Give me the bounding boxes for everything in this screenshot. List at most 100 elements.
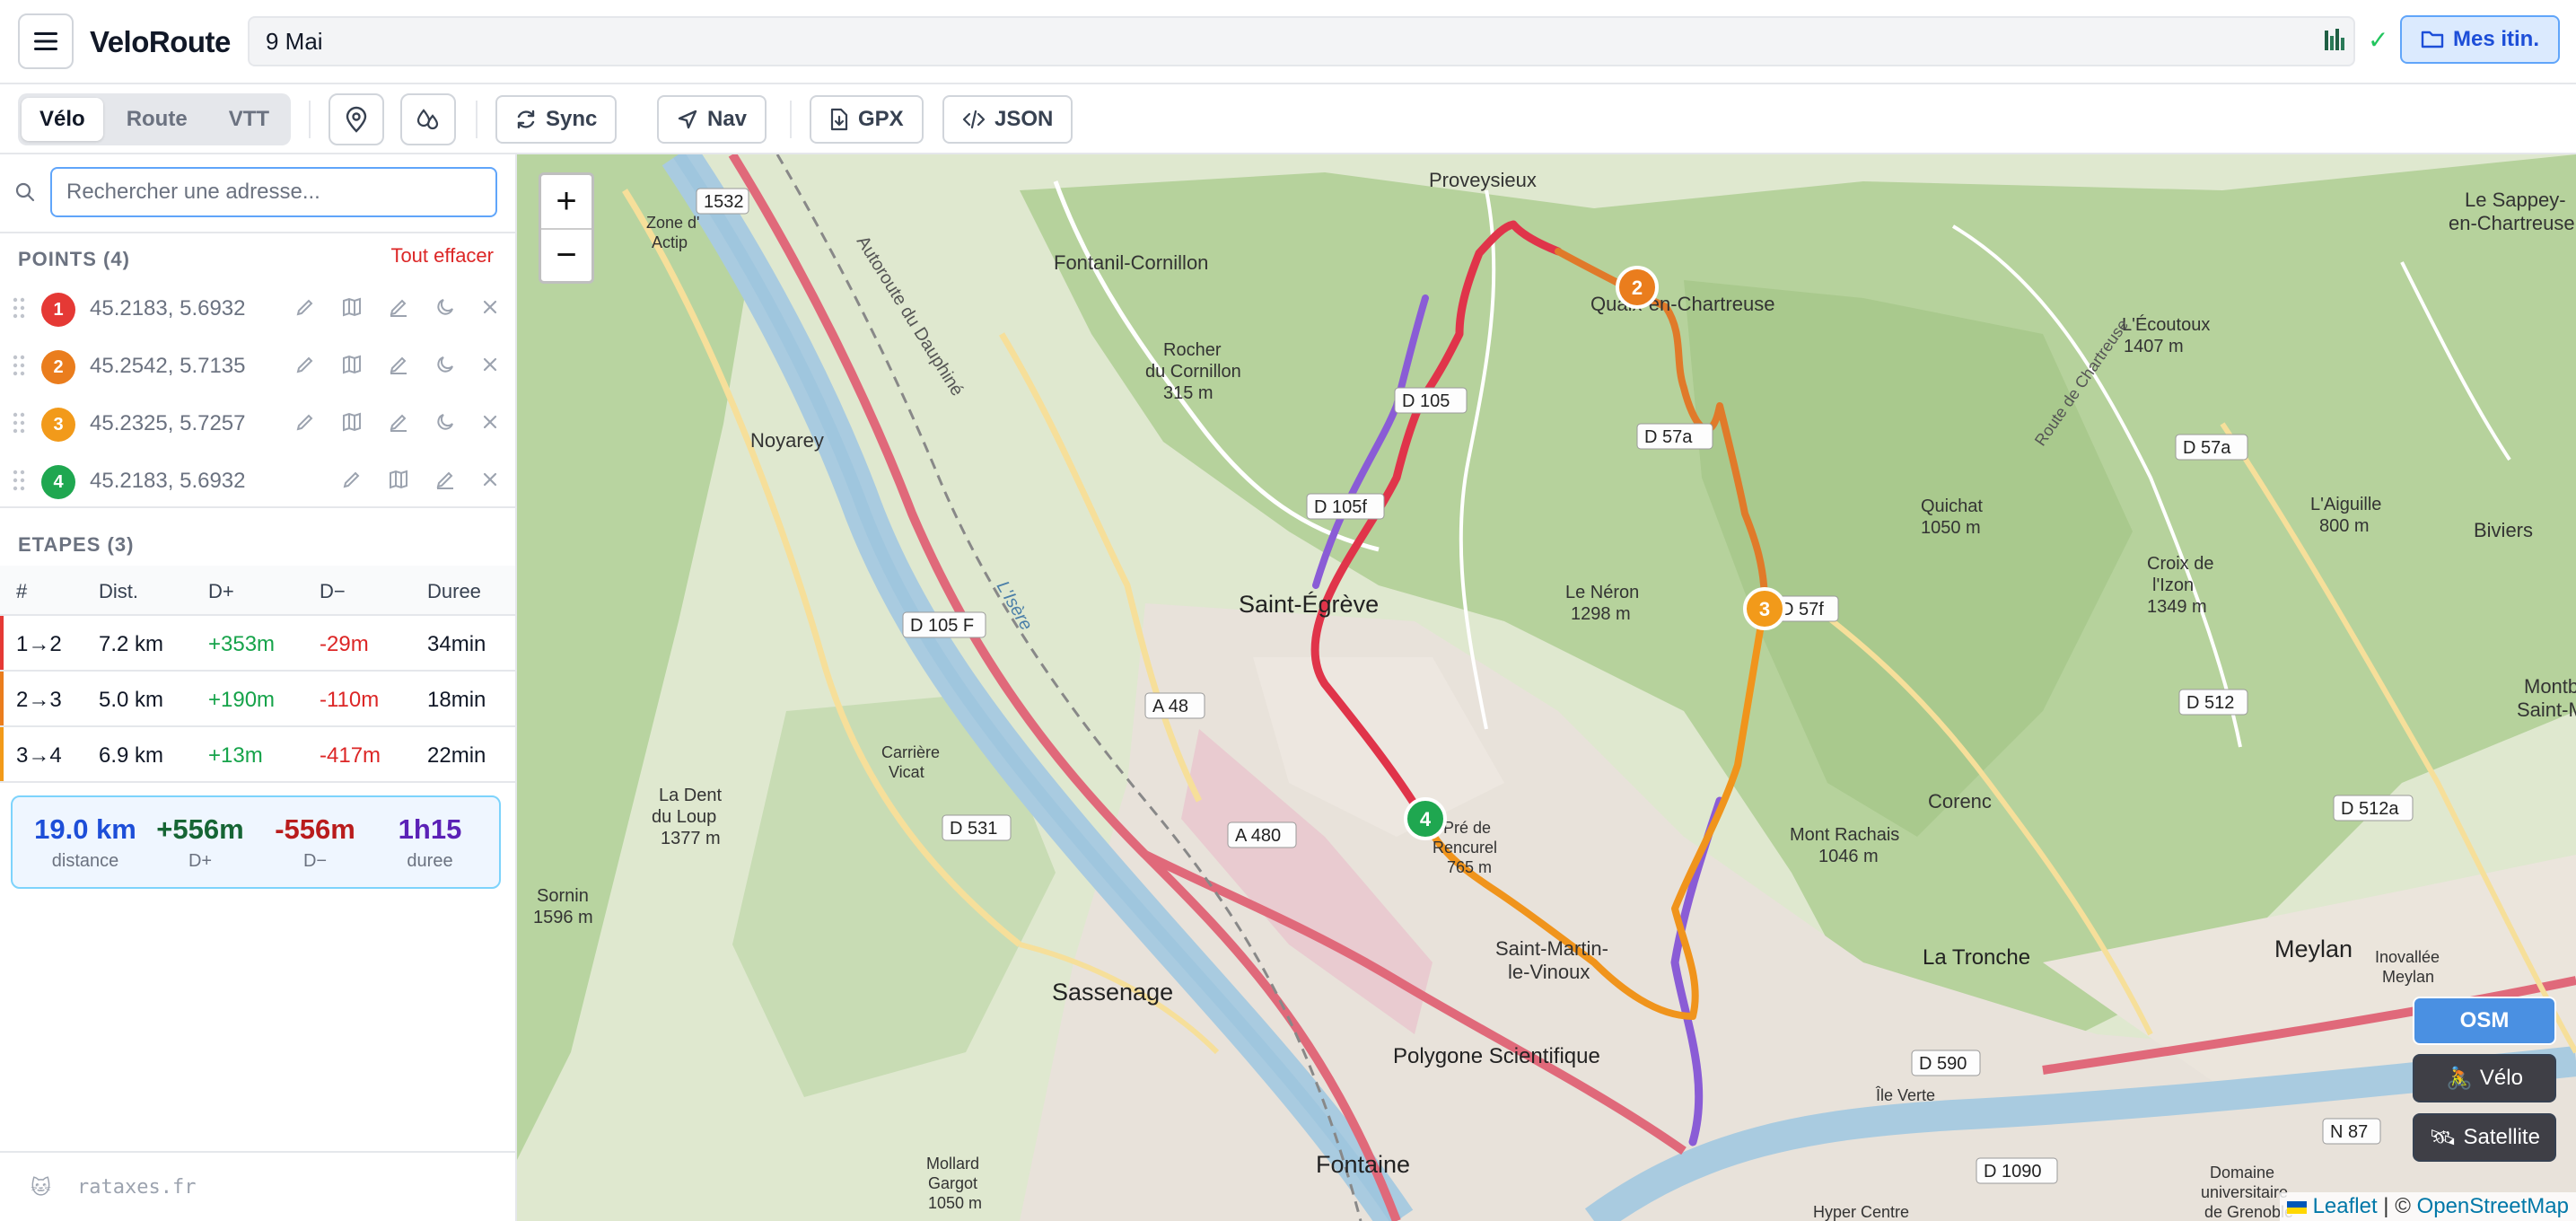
- stage-distance: 6.9 km: [99, 743, 164, 768]
- stage-duration: 18min: [427, 688, 486, 712]
- drag-handle-icon[interactable]: [13, 296, 25, 320]
- stages-title: ETAPES (3): [18, 533, 135, 556]
- moon-icon[interactable]: [434, 354, 456, 375]
- layer-osm-label: OSM: [2459, 1008, 2510, 1032]
- moon-icon[interactable]: [434, 411, 456, 433]
- point-row[interactable]: 3 45.2325, 5.7257: [0, 395, 515, 452]
- mode-velo[interactable]: Vélo: [22, 98, 103, 141]
- point-row[interactable]: 1 45.2183, 5.6932: [0, 280, 515, 338]
- col-header-duration: Duree: [427, 580, 481, 602]
- place-label: Le Sappey-: [2465, 189, 2566, 211]
- place-label: Noyarey: [750, 429, 824, 452]
- pencil-icon[interactable]: [388, 411, 409, 433]
- summary-distance-label: distance: [51, 851, 119, 871]
- stage-row[interactable]: 2→3 5.0 km +190m -110m 18min: [0, 672, 515, 727]
- route-marker-label: 2: [1632, 277, 1643, 299]
- stage-row[interactable]: 1→2 7.2 km +353m -29m 34min: [0, 616, 515, 672]
- edit-icon[interactable]: [294, 296, 316, 318]
- peak-altitude: 1349 m: [2147, 597, 2207, 617]
- leaflet-link[interactable]: Leaflet: [2313, 1194, 2378, 1218]
- summary-duration-label: duree: [407, 851, 453, 871]
- drag-handle-icon[interactable]: [13, 469, 25, 492]
- town-label: Fontaine: [1316, 1151, 1410, 1178]
- add-point-button[interactable]: [329, 93, 384, 145]
- attribution-separator: | ©: [2377, 1194, 2417, 1218]
- map-icon[interactable]: [388, 469, 409, 490]
- mode-route[interactable]: Route: [109, 98, 206, 141]
- place-label: Inovallée: [2375, 948, 2440, 966]
- peak-label: La Dent: [659, 786, 722, 805]
- nav-button[interactable]: Nav: [657, 95, 767, 144]
- route-title-input[interactable]: [248, 16, 2355, 66]
- mode-vtt[interactable]: VTT: [211, 98, 287, 141]
- place-label: Meylan: [2382, 968, 2434, 986]
- peak-altitude: 1050 m: [928, 1194, 982, 1212]
- close-icon[interactable]: [481, 356, 499, 373]
- menu-button[interactable]: [18, 13, 74, 69]
- stage-duration: 22min: [427, 743, 486, 768]
- place-label: Proveysieux: [1429, 169, 1537, 191]
- place-label: Île Verte: [1875, 1086, 1935, 1104]
- pencil-icon[interactable]: [388, 354, 409, 375]
- town-label: Sassenage: [1052, 979, 1173, 1006]
- point-row[interactable]: 4 45.2183, 5.6932: [0, 452, 515, 510]
- peak-label: Croix de: [2147, 554, 2213, 574]
- edit-icon[interactable]: [294, 354, 316, 375]
- sync-button[interactable]: Sync: [495, 95, 618, 144]
- place-label: Carrière: [881, 743, 940, 761]
- layer-osm-button[interactable]: OSM: [2413, 997, 2556, 1045]
- edit-icon[interactable]: [341, 469, 363, 490]
- layer-satellite-button[interactable]: 🛰 Satellite: [2413, 1113, 2556, 1162]
- stage-row[interactable]: 3→4 6.9 km +13m -417m 22min: [0, 727, 515, 783]
- app-root: VeloRoute ✓ Mes itin. Vélo Route VTT: [0, 0, 2576, 1221]
- drag-handle-icon[interactable]: [13, 354, 25, 377]
- place-label: Saint-Martin-: [1495, 937, 1608, 960]
- point-number-badge: 1: [41, 293, 75, 327]
- map-view[interactable]: Proveysieux Fontanil-Cornillon Noyarey S…: [517, 154, 2576, 1221]
- moon-icon[interactable]: [434, 296, 456, 318]
- point-coordinates: 45.2542, 5.7135: [90, 354, 246, 378]
- route-summary: 19.0 km distance +556m D+ -556m D− 1h15 …: [11, 795, 501, 889]
- search-bar: [0, 154, 515, 233]
- app-brand: VeloRoute: [90, 25, 231, 58]
- summary-ascent-value: +556m: [156, 813, 244, 845]
- zoom-control: + −: [539, 172, 594, 284]
- peak-altitude: 1377 m: [661, 829, 721, 848]
- close-icon[interactable]: [481, 470, 499, 488]
- footer-site[interactable]: rataxes.fr: [77, 1176, 196, 1199]
- road-shield: D 1090: [1984, 1162, 2042, 1181]
- pencil-icon[interactable]: [388, 296, 409, 318]
- stage-ascent: +13m: [208, 743, 263, 768]
- peak-label: L'Aiguille: [2310, 495, 2381, 514]
- clear-all-button[interactable]: Tout effacer: [390, 244, 494, 268]
- map-icon[interactable]: [341, 296, 363, 318]
- water-point-button[interactable]: [400, 93, 456, 145]
- close-icon[interactable]: [481, 298, 499, 316]
- drag-handle-icon[interactable]: [13, 411, 25, 435]
- stage-distance: 5.0 km: [99, 688, 164, 712]
- osm-link[interactable]: OpenStreetMap: [2417, 1194, 2569, 1218]
- edit-icon[interactable]: [294, 411, 316, 433]
- zoom-in-button[interactable]: +: [541, 175, 591, 228]
- stage-color-bar: [0, 616, 4, 670]
- peak-altitude: 1596 m: [533, 908, 593, 927]
- layer-velo-button[interactable]: 🚴 Vélo: [2413, 1054, 2556, 1102]
- close-icon[interactable]: [481, 413, 499, 431]
- route-marker-label: 3: [1759, 598, 1770, 620]
- point-row[interactable]: 2 45.2542, 5.7135: [0, 338, 515, 395]
- gpx-export-button[interactable]: GPX: [810, 95, 924, 144]
- address-search-input[interactable]: [50, 167, 497, 217]
- map-icon[interactable]: [341, 354, 363, 375]
- my-routes-button[interactable]: Mes itin.: [2400, 15, 2560, 64]
- sidebar: POINTS (4) Tout effacer 1 45.2183, 5.693…: [0, 154, 517, 1221]
- zoom-out-button[interactable]: −: [541, 228, 591, 281]
- map-canvas[interactable]: Proveysieux Fontanil-Cornillon Noyarey S…: [517, 154, 2576, 1221]
- summary-ascent-label: D+: [188, 851, 213, 871]
- my-routes-label: Mes itin.: [2452, 27, 2539, 51]
- saved-check-icon: ✓: [2368, 26, 2389, 54]
- map-icon[interactable]: [341, 411, 363, 433]
- place-label: en-Chartreuse: [2449, 212, 2575, 234]
- pencil-icon[interactable]: [434, 469, 456, 490]
- json-export-button[interactable]: JSON: [942, 95, 1073, 144]
- elevation-chart-icon[interactable]: [2325, 27, 2346, 58]
